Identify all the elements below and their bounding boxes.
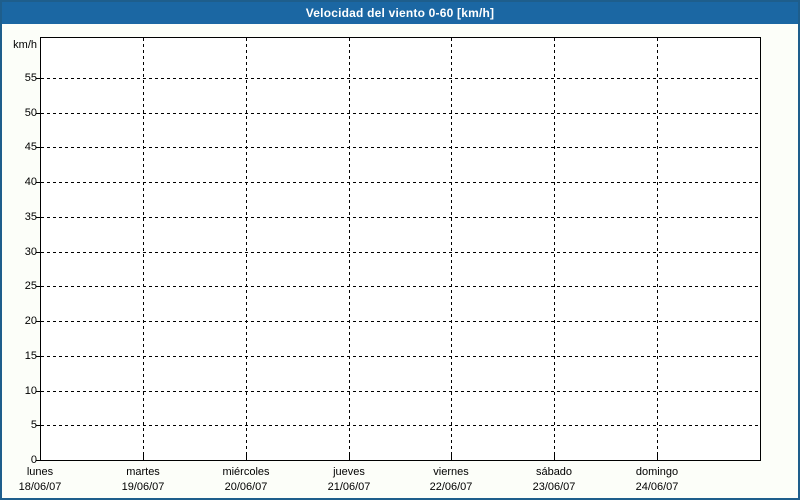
horizontal-gridline	[41, 182, 759, 183]
horizontal-gridline	[41, 321, 759, 322]
y-axis-unit-label: km/h	[2, 39, 37, 51]
x-day-label: lunes	[0, 466, 95, 479]
y-tick-label: 35	[2, 210, 37, 224]
vertical-gridline	[554, 38, 555, 459]
horizontal-gridline	[41, 217, 759, 218]
y-tick-label: 0	[2, 453, 37, 467]
vertical-gridline	[143, 38, 144, 459]
y-tick-label: 50	[2, 106, 37, 120]
horizontal-gridline	[41, 113, 759, 114]
y-tick-label: 15	[2, 349, 37, 363]
x-axis-tick	[143, 454, 144, 460]
horizontal-gridline	[41, 425, 759, 426]
x-date-label: 18/06/07	[0, 481, 95, 494]
horizontal-gridline	[41, 147, 759, 148]
x-axis-tick	[349, 454, 350, 460]
x-date-label: 22/06/07	[396, 481, 506, 494]
vertical-gridline	[451, 38, 452, 459]
x-date-label: 24/06/07	[602, 481, 712, 494]
y-tick-label: 5	[2, 418, 37, 432]
x-day-label: sábado	[499, 466, 609, 479]
x-axis-tick	[246, 454, 247, 460]
x-day-label: miércoles	[191, 466, 301, 479]
y-tick-label: 30	[2, 245, 37, 259]
y-tick-label: 55	[2, 71, 37, 85]
vertical-gridline	[349, 38, 350, 459]
y-tick-label: 45	[2, 140, 37, 154]
x-date-label: 20/06/07	[191, 481, 301, 494]
x-day-label: domingo	[602, 466, 712, 479]
vertical-gridline	[246, 38, 247, 459]
y-tick-label: 20	[2, 314, 37, 328]
wind-chart-window: Velocidad del viento 0-60 [km/h] km/h 0 5…	[0, 0, 800, 500]
x-date-label: 19/06/07	[88, 481, 198, 494]
vertical-gridline	[657, 38, 658, 459]
x-day-label: viernes	[396, 466, 506, 479]
chart-title: Velocidad del viento 0-60 [km/h]	[306, 6, 494, 20]
x-axis-tick	[451, 454, 452, 460]
y-tick-label: 40	[2, 175, 37, 189]
chart-title-bar: Velocidad del viento 0-60 [km/h]	[2, 2, 798, 24]
horizontal-gridline	[41, 286, 759, 287]
x-axis-tick	[554, 454, 555, 460]
x-date-label: 21/06/07	[294, 481, 404, 494]
horizontal-gridline	[41, 78, 759, 79]
plot-area	[40, 37, 761, 461]
horizontal-gridline	[41, 356, 759, 357]
y-tick-label: 25	[2, 279, 37, 293]
y-tick-label: 10	[2, 384, 37, 398]
x-date-label: 23/06/07	[499, 481, 609, 494]
horizontal-gridline	[41, 252, 759, 253]
horizontal-gridline	[41, 391, 759, 392]
x-day-label: martes	[88, 466, 198, 479]
x-day-label: jueves	[294, 466, 404, 479]
x-axis-tick	[657, 454, 658, 460]
